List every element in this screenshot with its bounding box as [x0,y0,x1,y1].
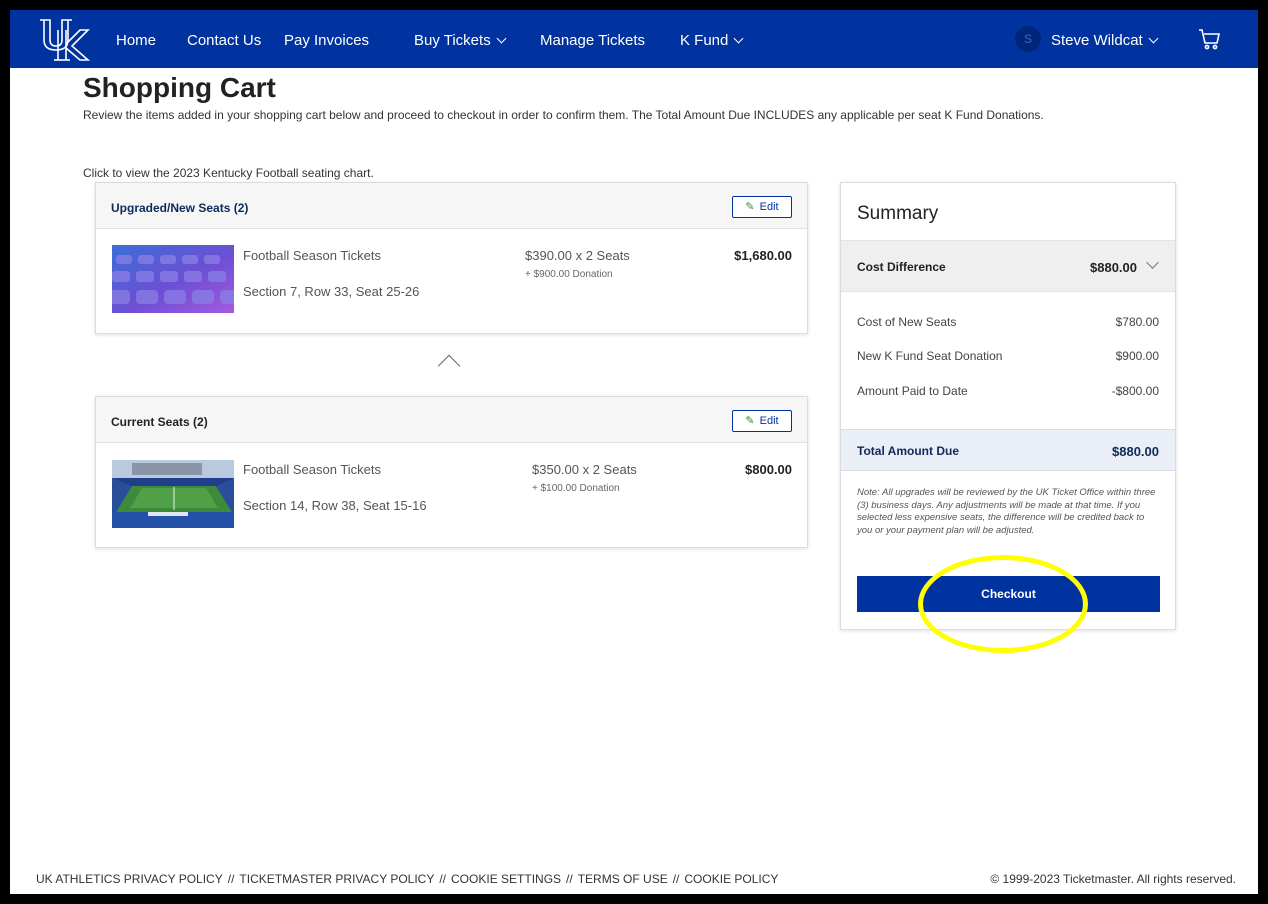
user-name: Steve Wildcat [1051,32,1143,49]
footer-link-cookie-settings[interactable]: COOKIE SETTINGS [451,872,561,886]
item-donation: + $100.00 Donation [532,483,620,494]
line-value: $900.00 [1115,349,1159,363]
footer-links: UK ATHLETICS PRIVACY POLICY // TICKETMASTE… [36,872,778,886]
summary-line-new-seats: Cost of New Seats $780.00 [857,315,1159,329]
avatar[interactable]: S [1015,26,1041,52]
chevron-down-icon [733,33,744,44]
footer-link-ticketmaster-privacy[interactable]: TICKETMASTER PRIVACY POLICY [239,872,434,886]
nav-k-fund-label: K Fund [680,32,729,49]
chevron-down-icon [496,33,507,44]
total-due-row: Total Amount Due $880.00 [841,429,1175,471]
cart-icon[interactable] [1196,26,1222,52]
cost-difference-label: Cost Difference [857,260,946,274]
line-value: -$800.00 [1111,384,1159,398]
edit-label: Edit [759,415,779,427]
highlight-circle [918,555,1088,653]
seating-chart-link[interactable]: Click to view the 2023 Kentucky Football… [83,166,374,180]
nav-home[interactable]: Home [116,32,156,49]
current-seats-title: Current Seats (2) [111,415,208,429]
item-price: $390.00 x 2 Seats [525,248,630,263]
chevron-down-icon [1146,256,1159,269]
item-donation: + $900.00 Donation [525,269,613,280]
top-navigation: Home Contact Us Pay Invoices Buy Tickets… [10,10,1258,68]
summary-title: Summary [857,203,939,224]
nav-buy-tickets[interactable]: Buy Tickets [414,32,507,49]
summary-line-donation: New K Fund Seat Donation $900.00 [857,349,1159,363]
total-due-label: Total Amount Due [857,444,959,458]
intro-text: Review the items added in your shopping … [83,108,1044,122]
stadium-image [112,460,234,528]
item-name: Football Season Tickets [243,248,382,263]
item-seats: Section 14, Row 38, Seat 15-16 [243,498,427,513]
upgraded-seats-title: Upgraded/New Seats (2) [111,201,249,215]
nav-buy-tickets-label: Buy Tickets [414,32,491,49]
nav-pay-invoices[interactable]: Pay Invoices [284,32,369,49]
nav-contact-us[interactable]: Contact Us [187,32,261,49]
total-due-value: $880.00 [1112,444,1159,459]
copyright: © 1999-2023 Ticketmaster. All rights res… [990,872,1236,886]
nav-k-fund[interactable]: K Fund [680,32,744,49]
chevron-up-icon[interactable] [437,354,461,378]
line-label: Cost of New Seats [857,315,957,329]
item-total: $1,680.00 [734,248,792,263]
item-price: $350.00 x 2 Seats [532,462,637,477]
item-total: $800.00 [745,462,792,477]
page-frame: Home Contact Us Pay Invoices Buy Tickets… [10,10,1258,894]
item-seats: Section 7, Row 33, Seat 25-26 [243,284,420,299]
chevron-down-icon [1148,33,1159,44]
upgraded-seats-card: Upgraded/New Seats (2) ✎ Edit Football Se… [95,182,808,334]
cost-difference-value: $880.00 [1090,260,1137,275]
footer-link-uk-privacy[interactable]: UK ATHLETICS PRIVACY POLICY [36,872,223,886]
nav-manage-tickets[interactable]: Manage Tickets [540,32,645,49]
edit-current-button[interactable]: ✎ Edit [732,410,792,432]
upgrade-note: Note: All upgrades will be reviewed by t… [857,487,1156,536]
footer-separator: // [227,872,235,886]
stadium-seats-image [112,245,234,313]
card-header: Current Seats (2) ✎ Edit [96,397,807,443]
cost-difference-toggle[interactable]: Cost Difference $880.00 [841,240,1175,292]
footer-separator: // [672,872,680,886]
footer-separator: // [566,872,573,886]
footer-link-cookie-policy[interactable]: COOKIE POLICY [684,872,778,886]
page-title: Shopping Cart [83,72,276,103]
card-header: Upgraded/New Seats (2) ✎ Edit [96,183,807,229]
line-label: New K Fund Seat Donation [857,349,1003,363]
pencil-icon: ✎ [745,201,755,213]
footer-separator: // [439,872,447,886]
footer-link-terms[interactable]: TERMS OF USE [578,872,668,886]
edit-upgraded-button[interactable]: ✎ Edit [732,196,792,218]
line-label: Amount Paid to Date [857,384,968,398]
user-menu[interactable]: Steve Wildcat [1051,32,1159,49]
uk-logo[interactable] [36,16,94,62]
line-value: $780.00 [1115,315,1159,329]
item-name: Football Season Tickets [243,462,382,477]
pencil-icon: ✎ [745,415,755,427]
current-seats-card: Current Seats (2) ✎ Edit Football Season … [95,396,808,548]
edit-label: Edit [759,201,779,213]
summary-line-paid: Amount Paid to Date -$800.00 [857,384,1159,398]
